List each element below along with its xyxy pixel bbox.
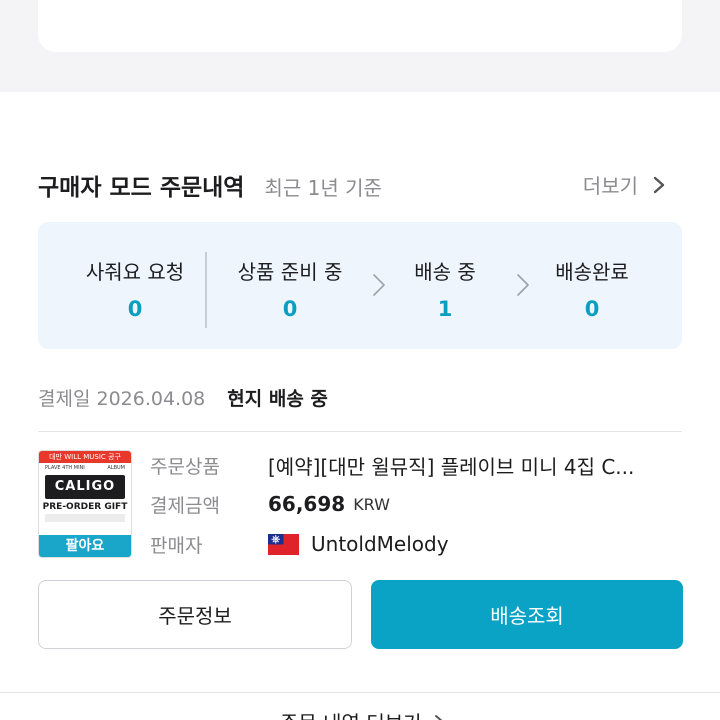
- status-label: 상품 준비 중: [237, 260, 343, 284]
- track-shipping-button[interactable]: 배송조회: [371, 580, 683, 649]
- amount-row: 결제금액 66,698 KRW: [150, 489, 390, 519]
- currency: KRW: [353, 494, 390, 514]
- status-preparing[interactable]: 상품 준비 중 0: [210, 256, 370, 321]
- order-status: 현지 배송 중: [227, 388, 328, 410]
- section-title: 구매자 모드 주문내역: [38, 175, 245, 201]
- thumbnail-strip: [45, 514, 125, 522]
- status-divider: [205, 252, 207, 328]
- status-shipping[interactable]: 배송 중 1: [365, 256, 525, 321]
- previous-card: [38, 0, 682, 52]
- section-subtitle: 최근 1년 기준: [264, 176, 382, 200]
- product-row: 주문상품 [예약][대만 윌뮤직] 플레이브 미니 4집 C...: [150, 450, 634, 480]
- seller-name[interactable]: UntoldMelody: [311, 532, 449, 556]
- product-thumbnail[interactable]: 대만 WILL MUSIC 공구 PLAVE 4TH MINI ALBUM CA…: [38, 450, 132, 558]
- album-logo: CALIGO: [45, 475, 125, 499]
- status-label: 배송 중: [414, 260, 476, 284]
- seller-label: 판매자: [150, 534, 203, 557]
- product-name[interactable]: [예약][대만 윌뮤직] 플레이브 미니 4집 C...: [268, 451, 634, 480]
- payment-date: 결제일 2026.04.08: [38, 388, 206, 410]
- chevron-right-icon: [434, 714, 443, 720]
- footer: 주문 내역 더보기: [0, 692, 720, 720]
- amount-label: 결제금액: [150, 494, 220, 517]
- previous-section: [0, 0, 720, 92]
- more-link[interactable]: 더보기: [583, 170, 666, 199]
- product-label: 주문상품: [150, 455, 220, 478]
- status-count: 0: [584, 297, 600, 321]
- buyer-order-section: 구매자 모드 주문내역 최근 1년 기준 더보기 사줘요 요청 0 상품 준비 …: [0, 92, 720, 692]
- status-label: 배송완료: [555, 260, 629, 284]
- taiwan-flag-icon: [268, 533, 299, 555]
- status-count: 0: [127, 297, 143, 321]
- seller-row: 판매자 UntoldMelody: [150, 529, 449, 559]
- order-header: 결제일 2026.04.08 현지 배송 중: [38, 384, 328, 411]
- thumbnail-sub-left: PLAVE 4TH MINI: [45, 465, 85, 471]
- status-count: 1: [437, 297, 453, 321]
- more-orders-label: 주문 내역 더보기: [280, 707, 422, 720]
- thumbnail-banner: 대만 WILL MUSIC 공구: [39, 451, 131, 463]
- thumbnail-gift-text: PRE-ORDER GIFT: [42, 502, 128, 512]
- section-header: 구매자 모드 주문내역 최근 1년 기준: [38, 168, 382, 201]
- order-status-summary: 사줘요 요청 0 상품 준비 중 0 배송 중 1 배송완료 0: [38, 222, 682, 349]
- chevron-right-icon: [653, 176, 665, 193]
- more-orders-link[interactable]: 주문 내역 더보기: [280, 707, 446, 720]
- thumbnail-sub-right: ALBUM: [107, 465, 125, 471]
- more-label: 더보기: [582, 174, 638, 198]
- thumbnail-subline: PLAVE 4TH MINI ALBUM: [39, 463, 131, 473]
- status-delivered[interactable]: 배송완료 0: [512, 256, 672, 321]
- status-count: 0: [282, 297, 298, 321]
- amount-value: 66,698: [268, 492, 346, 516]
- status-label: 사줘요 요청: [85, 260, 185, 284]
- divider: [38, 431, 682, 432]
- status-request[interactable]: 사줘요 요청 0: [55, 256, 215, 321]
- sell-badge: 팔아요: [39, 535, 131, 557]
- order-info-button[interactable]: 주문정보: [38, 580, 352, 649]
